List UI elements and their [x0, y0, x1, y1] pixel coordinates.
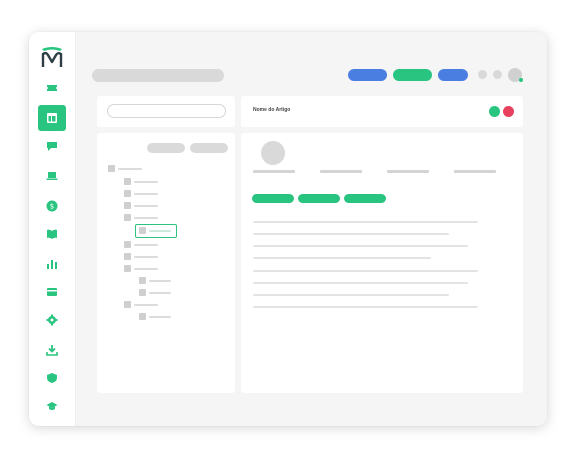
category-tree-panel: [97, 133, 235, 393]
sidebar-item-learning[interactable]: [38, 395, 66, 417]
sidebar-item-knowledge-base[interactable]: [38, 105, 66, 131]
status-dot-green[interactable]: [489, 106, 500, 117]
ticket-icon: [47, 85, 57, 91]
sidebar-item-settings[interactable]: [38, 309, 66, 331]
search-input[interactable]: [107, 104, 226, 118]
svg-text:$: $: [50, 203, 54, 211]
sidebar-item-chat[interactable]: [38, 135, 66, 157]
book-icon: [47, 229, 57, 239]
online-status-icon: [519, 78, 523, 82]
meta-field-2: [320, 170, 362, 173]
meta-field-4: [454, 170, 496, 173]
sidebar-item-billing[interactable]: $: [38, 195, 66, 217]
shield-icon: [47, 373, 57, 383]
author-avatar: [261, 141, 285, 165]
gear-icon: [46, 314, 58, 326]
header-action-button-2[interactable]: [393, 69, 432, 81]
sidebar-item-download[interactable]: [38, 339, 66, 361]
sidebar-item-cards[interactable]: [38, 281, 66, 303]
bar-chart-icon: [47, 260, 57, 269]
text-line: [253, 294, 449, 296]
text-line: [253, 270, 478, 272]
sidebar-item-ticket[interactable]: [38, 77, 66, 99]
layout-icon: [47, 113, 57, 123]
lion-m-logo-icon[interactable]: [40, 46, 64, 68]
download-icon: [46, 345, 58, 356]
text-line: [253, 245, 468, 247]
laptop-icon: [46, 172, 58, 180]
header-action-button-1[interactable]: [348, 69, 387, 81]
sidebar: $: [29, 32, 76, 426]
tag-chip-2[interactable]: [298, 194, 340, 203]
notification-dot[interactable]: [478, 70, 487, 79]
article-title: Nome do Artigo: [253, 107, 291, 113]
sidebar-item-docs[interactable]: [38, 223, 66, 245]
text-line: [253, 306, 478, 308]
help-dot[interactable]: [493, 70, 502, 79]
tag-chip-1[interactable]: [252, 194, 294, 203]
tree-action-button-2[interactable]: [190, 143, 228, 153]
text-line: [253, 233, 449, 235]
dollar-icon: $: [46, 200, 58, 212]
text-line: [253, 221, 478, 223]
meta-field-3: [387, 170, 429, 173]
sidebar-item-reports[interactable]: [38, 253, 66, 275]
chat-icon: [47, 142, 57, 151]
graduation-cap-icon: [46, 402, 58, 410]
meta-field-1: [253, 170, 295, 173]
tree-action-button-1[interactable]: [147, 143, 185, 153]
header-action-button-3[interactable]: [438, 69, 468, 81]
text-line: [253, 282, 468, 284]
sidebar-item-computer[interactable]: [38, 165, 66, 187]
text-line: [253, 257, 431, 259]
tag-chip-3[interactable]: [344, 194, 386, 203]
breadcrumb-placeholder: [92, 69, 224, 82]
card-icon: [47, 288, 57, 296]
sidebar-item-security[interactable]: [38, 367, 66, 389]
status-dot-red[interactable]: [503, 106, 514, 117]
